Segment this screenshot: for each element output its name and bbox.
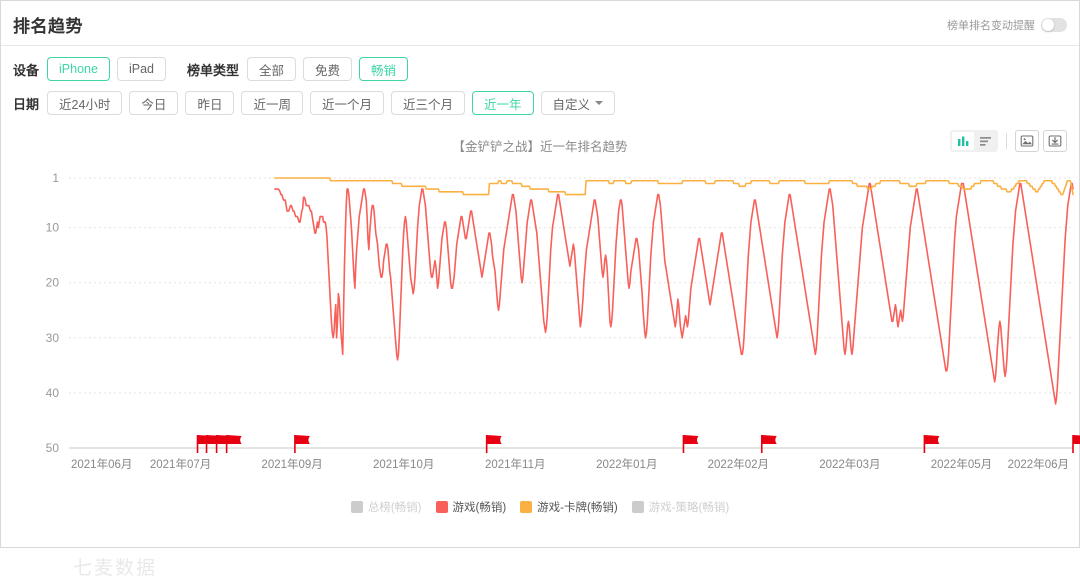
rank-alert-toggle[interactable] [1041,18,1067,32]
x-axis-tick-label: 2022年03月 [819,457,880,471]
y-axis-tick-label: 20 [46,276,60,290]
page-title: 排名趋势 [13,17,83,36]
x-axis-tick-label: 2021年10月 [373,457,434,471]
y-axis-tick-label: 10 [46,221,60,235]
list-type-option-free[interactable]: 免费 [303,57,353,81]
legend-label: 总榜(畅销) [367,502,422,514]
legend-label: 游戏-卡牌(畅销) [537,502,618,514]
date-label: 日期 [13,96,40,112]
legend-label: 游戏(畅销) [452,502,507,514]
legend-swatch [631,501,644,513]
x-axis-tick-label: 2022年01月 [596,457,657,471]
legend-swatch [520,501,533,513]
toggle-knob [1042,19,1054,31]
date-option-yesterday[interactable]: 昨日 [185,91,235,115]
legend-swatch [435,501,448,513]
y-axis-tick-label: 50 [46,441,60,455]
rank-alert-label: 榜单排名变动提醒 [947,20,1035,32]
x-axis-tick-label: 2022年06月 [1008,457,1069,471]
y-axis-tick-label: 40 [46,386,60,400]
ranking-trend-panel: 排名趋势 榜单排名变动提醒 设备 iPhone iPad 榜单类型 全部 免费 … [0,0,1080,579]
chart-watermark: 七麦数据 [73,558,158,579]
chevron-down-icon [595,101,604,105]
panel-header: 排名趋势 榜单排名变动提醒 [1,1,1079,46]
red-flag-icon [923,435,940,453]
series-line [274,177,1074,196]
filter-row-device-type: 设备 iPhone iPad 榜单类型 全部 免费 畅销 [13,52,1067,86]
date-option-custom-label: 自定义 [552,97,591,112]
device-label: 设备 [13,62,40,78]
x-axis-tick-label: 2022年02月 [708,457,769,471]
rank-alert-control[interactable]: 榜单排名变动提醒 [947,17,1067,33]
date-option-24h[interactable]: 近24小时 [47,91,123,115]
x-axis-tick-label: 2021年07月 [150,457,211,471]
date-option-year[interactable]: 近一年 [472,91,534,115]
y-axis-tick-label: 1 [52,171,59,185]
legend-label: 游戏-策略(畅销) [648,502,730,514]
list-type-option-grossing[interactable]: 畅销 [359,57,409,81]
list-type-option-all[interactable]: 全部 [247,57,297,81]
red-flag-icon [1072,435,1080,453]
list-type-label: 榜单类型 [186,62,239,78]
x-axis-tick-label: 2021年11月 [485,457,546,471]
x-axis-tick-label: 2021年09月 [261,457,322,471]
x-axis-tick-label: 2022年05月 [931,457,992,471]
red-flag-icon [225,435,242,453]
date-option-today[interactable]: 今日 [129,91,179,115]
device-option-iphone[interactable]: iPhone [47,57,110,81]
date-option-custom[interactable]: 自定义 [540,91,616,115]
series-line [274,182,1074,405]
date-option-month[interactable]: 近一个月 [309,91,384,115]
legend-item-overall[interactable]: 总榜(畅销) [350,499,422,515]
date-option-three-months[interactable]: 近三个月 [390,91,465,115]
date-option-week[interactable]: 近一周 [241,91,303,115]
legend-item-games[interactable]: 游戏(畅销) [435,499,507,515]
red-flag-icon [485,435,502,453]
rank-trend-chart: 【金铲铲之战】近一年排名趋势 1 10 20 30 40 50 2021年06月… [1,126,1080,579]
red-flag-icon [760,435,777,453]
device-option-ipad[interactable]: iPad [116,57,166,81]
x-axis-tick-label: 2021年06月 [71,457,132,471]
legend-item-games-card[interactable]: 游戏-卡牌(畅销) [520,499,618,515]
legend-swatch [350,501,363,513]
y-axis-tick-label: 30 [46,331,60,345]
chart-plot-area: 1 10 20 30 40 50 2021年06月 2021年07月 2021年09月 2021年… [46,171,1080,471]
chart-legend: 总榜(畅销) 游戏(畅销) 游戏-卡牌(畅销) 游戏-策略(畅销) [1,499,1079,515]
red-flag-icon [294,435,310,453]
filter-bar: 设备 iPhone iPad 榜单类型 全部 免费 畅销 日期 近24小时 今日… [1,52,1079,120]
legend-item-games-strategy[interactable]: 游戏-策略(畅销) [631,499,730,515]
red-flag-icon [682,435,699,453]
filter-row-date: 日期 近24小时 今日 昨日 近一周 近一个月 近三个月 近一年 自定义 [13,86,1067,120]
